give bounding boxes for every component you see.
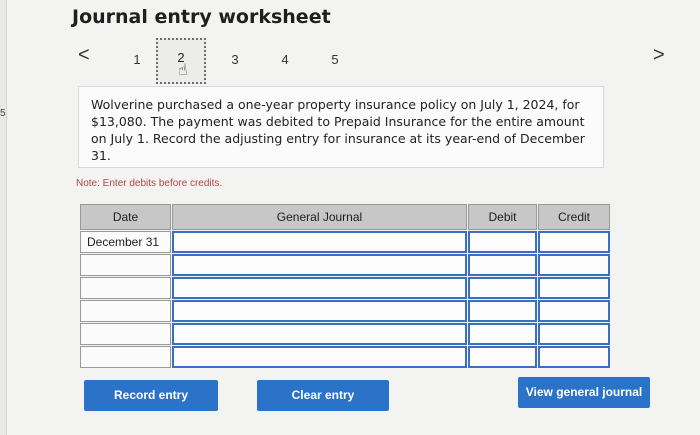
credit-input[interactable] <box>538 277 610 299</box>
page-4-tab[interactable]: 4 <box>275 52 295 67</box>
view-general-journal-button[interactable]: View general journal <box>518 377 650 408</box>
hand-pointer-icon: ☝ <box>178 62 188 79</box>
next-page-button[interactable]: > <box>653 44 665 67</box>
page-title: Journal entry worksheet <box>72 6 331 28</box>
date-cell[interactable] <box>80 254 171 276</box>
page-2-tab-active[interactable]: 2 ☝ <box>156 38 206 84</box>
table-row <box>80 277 610 299</box>
note-text: Note: Enter debits before credits. <box>76 178 223 189</box>
account-input[interactable] <box>172 300 467 322</box>
table-row: December 31 <box>80 231 610 253</box>
page-5-tab[interactable]: 5 <box>325 52 345 67</box>
date-cell[interactable] <box>80 277 171 299</box>
debit-input[interactable] <box>468 300 537 322</box>
table-row <box>80 254 610 276</box>
table-row <box>80 300 610 322</box>
date-cell[interactable] <box>80 346 171 368</box>
credit-input[interactable] <box>538 300 610 322</box>
header-debit: Debit <box>468 204 537 230</box>
date-cell[interactable]: December 31 <box>80 231 171 253</box>
problem-box: Wolverine purchased a one-year property … <box>78 86 604 168</box>
debit-input[interactable] <box>468 277 537 299</box>
clear-entry-button[interactable]: Clear entry <box>257 380 389 411</box>
page-3-tab[interactable]: 3 <box>225 52 245 67</box>
account-input[interactable] <box>172 231 467 253</box>
debit-input[interactable] <box>468 323 537 345</box>
account-input[interactable] <box>172 346 467 368</box>
account-input[interactable] <box>172 277 467 299</box>
date-cell[interactable] <box>80 300 171 322</box>
table-row <box>80 346 610 368</box>
date-cell[interactable] <box>80 323 171 345</box>
left-edge-panel: 5 <box>0 0 7 435</box>
header-date: Date <box>80 204 171 230</box>
debit-input[interactable] <box>468 254 537 276</box>
page-1-tab[interactable]: 1 <box>127 52 147 67</box>
credit-input[interactable] <box>538 231 610 253</box>
record-entry-button[interactable]: Record entry <box>84 380 218 411</box>
credit-input[interactable] <box>538 323 610 345</box>
account-input[interactable] <box>172 254 467 276</box>
debit-input[interactable] <box>468 346 537 368</box>
account-input[interactable] <box>172 323 467 345</box>
header-credit: Credit <box>538 204 610 230</box>
edge-char: 5 <box>0 108 6 119</box>
problem-text: Wolverine purchased a one-year property … <box>91 97 585 163</box>
header-general-journal: General Journal <box>172 204 467 230</box>
credit-input[interactable] <box>538 346 610 368</box>
prev-page-button[interactable]: < <box>78 44 90 67</box>
table-row <box>80 323 610 345</box>
debit-input[interactable] <box>468 231 537 253</box>
credit-input[interactable] <box>538 254 610 276</box>
